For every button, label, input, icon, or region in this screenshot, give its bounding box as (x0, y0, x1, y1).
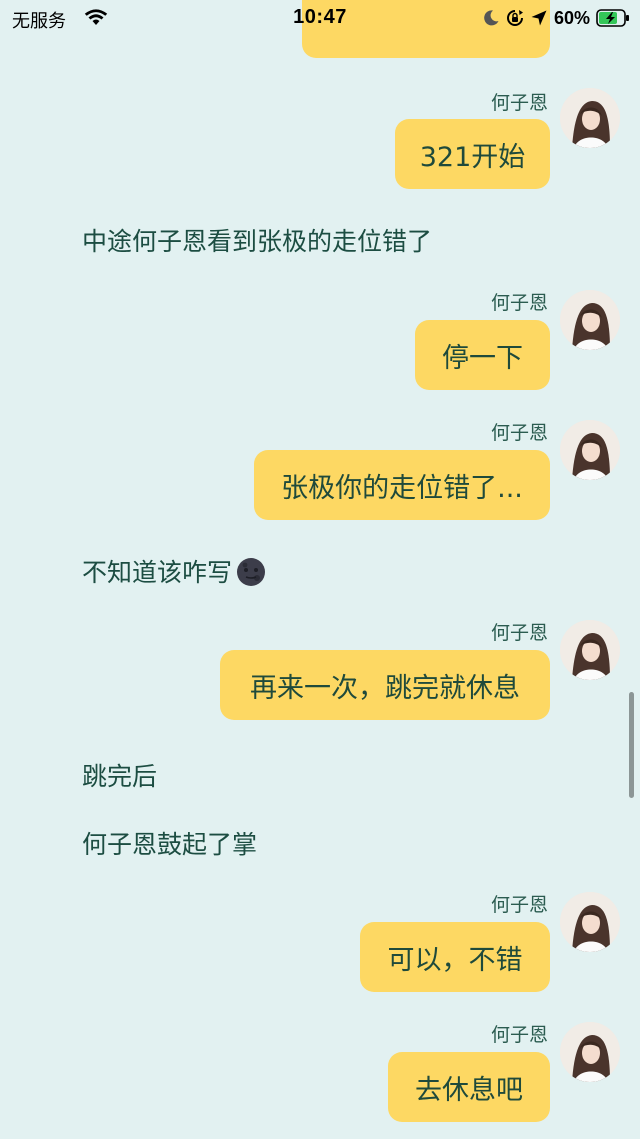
chat-bubble[interactable]: 张极你的走位错了... (254, 450, 550, 520)
chat-bubble[interactable]: 再来一次，跳完就休息 (220, 650, 550, 720)
battery-charging-icon (596, 9, 630, 27)
new-moon-face-icon (236, 557, 266, 587)
status-bar: 无服务 10:47 60% (0, 0, 640, 36)
avatar[interactable] (560, 1022, 620, 1082)
avatar[interactable] (560, 620, 620, 680)
moon-icon (482, 9, 500, 27)
avatar-image (560, 88, 620, 148)
speaker-name: 何子恩 (490, 622, 548, 644)
chat-bubble[interactable]: 可以，不错 (360, 922, 550, 992)
avatar-image (560, 420, 620, 480)
speaker-name: 何子恩 (490, 92, 548, 114)
scrollbar[interactable] (629, 692, 634, 798)
avatar-image (560, 892, 620, 952)
speaker-name: 何子恩 (490, 422, 548, 444)
avatar-image (560, 620, 620, 680)
battery-percent: 60% (553, 7, 590, 28)
avatar-image (560, 1022, 620, 1082)
chat-bubble[interactable]: 停一下 (415, 320, 550, 390)
speaker-name: 何子恩 (490, 292, 548, 314)
orientation-lock-icon (506, 9, 524, 27)
narration-text: 不知道该咋写 (82, 553, 266, 589)
chat-bubble[interactable]: 321开始 (395, 119, 550, 189)
avatar-image (560, 290, 620, 350)
avatar[interactable] (560, 88, 620, 148)
narration-text: 何子恩鼓起了掌 (82, 830, 258, 859)
narration-text: 中途何子恩看到张极的走位错了 (82, 227, 433, 256)
narration-label: 不知道该咋写 (82, 558, 233, 587)
avatar[interactable] (560, 420, 620, 480)
speaker-name: 何子恩 (490, 894, 548, 916)
avatar[interactable] (560, 290, 620, 350)
chat-bubble[interactable]: 去休息吧 (388, 1052, 550, 1122)
status-icons: 60% (482, 6, 630, 30)
location-arrow-icon (530, 9, 548, 27)
speaker-name: 何子恩 (490, 1024, 548, 1046)
narration-text: 跳完后 (82, 762, 158, 791)
chat-area[interactable]: 何子恩 321开始 中途何子恩看到张极的走位错了 何子恩 停一下 何子恩 张极你… (0, 0, 640, 1139)
avatar[interactable] (560, 892, 620, 952)
